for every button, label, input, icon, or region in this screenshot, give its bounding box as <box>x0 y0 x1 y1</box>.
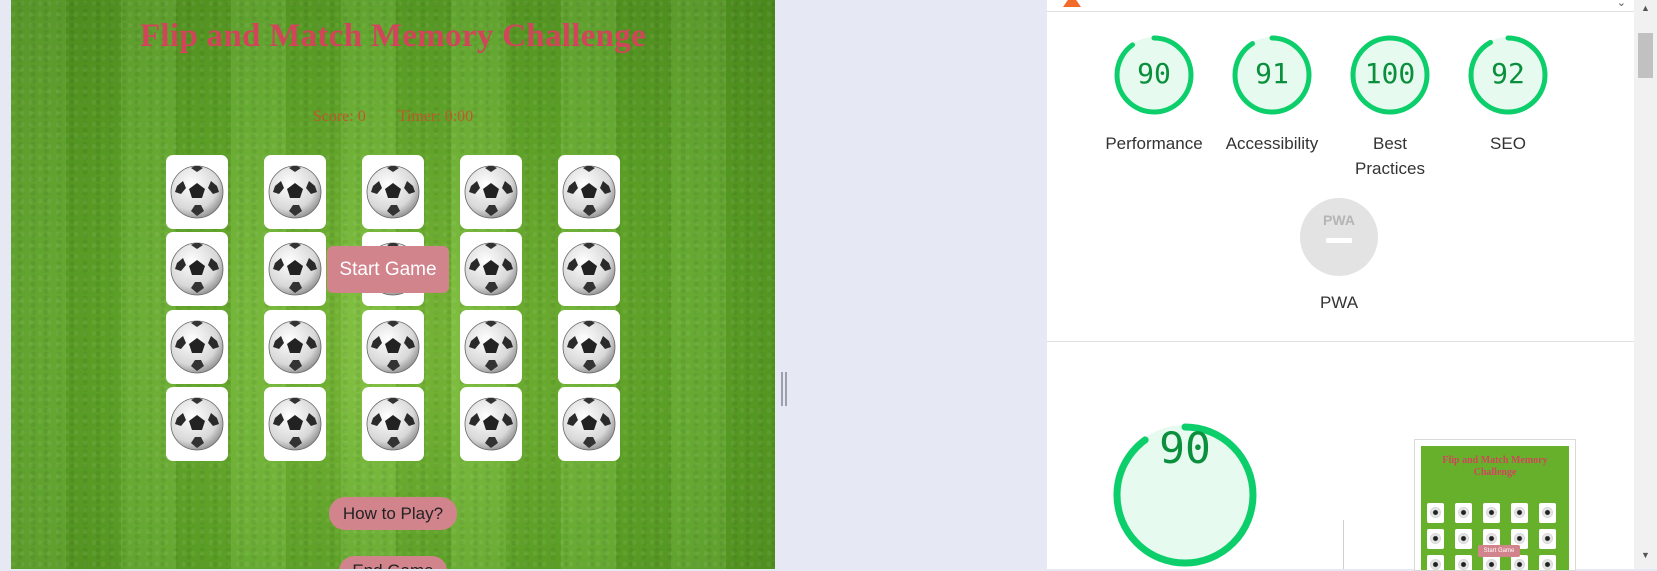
lighthouse-logo-icon <box>1063 0 1081 7</box>
main-score-value: 90 <box>1159 424 1211 474</box>
thumbnail-card <box>1511 503 1528 523</box>
thumbnail-card <box>1511 555 1528 570</box>
thumbnail-card <box>1539 529 1556 549</box>
thumbnail-card <box>1427 503 1444 523</box>
final-screenshot-thumbnail[interactable]: Flip and Match Memory Challenge Start Ga… <box>1414 439 1576 571</box>
thumbnail-image: Flip and Match Memory Challenge Start Ga… <box>1421 446 1569 570</box>
game-viewport: Flip and Match Memory Challenge Score: 0… <box>11 0 775 569</box>
game-title: Flip and Match Memory Challenge <box>139 18 647 54</box>
memory-card[interactable] <box>460 155 522 229</box>
score-gauge-accessibility[interactable]: 91 Accessibility <box>1226 35 1318 153</box>
thumbnail-card <box>1539 555 1556 570</box>
soccer-ball-icon <box>268 165 322 219</box>
end-game-button[interactable]: End Game <box>339 556 447 569</box>
memory-card[interactable] <box>558 232 620 306</box>
memory-card[interactable] <box>264 310 326 384</box>
soccer-ball-icon <box>170 320 224 374</box>
soccer-ball-icon <box>170 165 224 219</box>
memory-card[interactable] <box>264 387 326 461</box>
memory-card[interactable] <box>558 155 620 229</box>
soccer-ball-icon <box>464 242 518 296</box>
memory-card[interactable] <box>362 155 424 229</box>
score-text: Score: 0 <box>312 108 366 125</box>
soccer-ball-icon <box>268 397 322 451</box>
score-label: SEO <box>1490 134 1526 153</box>
panel-splitter[interactable] <box>781 372 787 406</box>
memory-card[interactable] <box>264 155 326 229</box>
soccer-ball-icon <box>562 242 616 296</box>
memory-card[interactable] <box>166 155 228 229</box>
soccer-ball-icon <box>170 397 224 451</box>
pwa-badge-icon: PWA <box>1300 198 1378 276</box>
thumbnail-card <box>1539 503 1556 523</box>
section-divider <box>1047 341 1634 342</box>
soccer-ball-icon <box>464 320 518 374</box>
thumbnail-card <box>1455 503 1472 523</box>
score-gauge-best-practices[interactable]: 100 Best Practices <box>1350 35 1430 178</box>
thumbnail-title: Flip and Match Memory Challenge <box>1442 455 1548 478</box>
scroll-down-arrow-icon[interactable]: ▼ <box>1641 550 1650 560</box>
thumbnail-card <box>1427 555 1444 570</box>
memory-card[interactable] <box>460 387 522 461</box>
score-label: Accessibility <box>1225 134 1319 153</box>
score-value: 91 <box>1255 57 1289 90</box>
timer-text: Timer: 0:00 <box>397 108 474 125</box>
chevron-down-icon[interactable]: ⌄ <box>1617 0 1626 9</box>
scrollbar-thumb[interactable] <box>1638 33 1653 78</box>
score-value: 92 <box>1491 57 1525 90</box>
soccer-ball-icon <box>366 165 420 219</box>
vertical-scrollbar[interactable]: ▲ ▼ <box>1634 0 1657 569</box>
memory-card[interactable] <box>264 232 326 306</box>
thumbnail-card <box>1455 555 1472 570</box>
start-game-button[interactable]: Start Game <box>327 246 449 293</box>
soccer-ball-icon <box>366 397 420 451</box>
how-to-play-button[interactable]: How to Play? <box>329 497 457 530</box>
pwa-gauge[interactable]: PWA <box>1299 197 1379 277</box>
score-gauge-seo[interactable]: 92 SEO <box>1468 35 1548 153</box>
scroll-up-arrow-icon[interactable]: ▲ <box>1641 3 1650 13</box>
score-gauge-performance[interactable]: 90 Performance <box>1105 35 1203 153</box>
memory-card[interactable] <box>166 387 228 461</box>
game-stats: Score: 0 Timer: 0:00 <box>11 108 775 126</box>
lighthouse-report-panel: ⌄ 90 Performance 91 Accessibility 100 Best Pr… <box>1047 0 1634 571</box>
memory-card[interactable] <box>166 232 228 306</box>
soccer-ball-icon <box>366 320 420 374</box>
score-value: 100 <box>1364 57 1416 90</box>
vertical-divider <box>1343 520 1344 569</box>
thumbnail-start-button: Start Game <box>1478 545 1520 557</box>
memory-card[interactable] <box>558 387 620 461</box>
soccer-ball-icon <box>464 397 518 451</box>
soccer-ball-icon <box>170 242 224 296</box>
soccer-ball-icon <box>464 165 518 219</box>
memory-card[interactable] <box>166 310 228 384</box>
pwa-label: PWA <box>1319 293 1359 312</box>
soccer-ball-icon <box>562 320 616 374</box>
memory-card[interactable] <box>362 387 424 461</box>
thumbnail-card <box>1483 503 1500 523</box>
memory-card[interactable] <box>558 310 620 384</box>
soccer-ball-icon <box>268 320 322 374</box>
soccer-ball-icon <box>562 165 616 219</box>
thumbnail-card <box>1455 529 1472 549</box>
score-value: 90 <box>1137 57 1171 90</box>
memory-card[interactable] <box>460 310 522 384</box>
thumbnail-card <box>1483 555 1500 570</box>
pwa-badge-text: PWA <box>1323 212 1355 228</box>
memory-card[interactable] <box>460 232 522 306</box>
memory-card[interactable] <box>362 310 424 384</box>
thumbnail-card <box>1427 529 1444 549</box>
soccer-ball-icon <box>562 397 616 451</box>
soccer-ball-icon <box>268 242 322 296</box>
score-label: Best Practices <box>1355 134 1425 178</box>
report-top-bar: ⌄ <box>1047 0 1634 12</box>
